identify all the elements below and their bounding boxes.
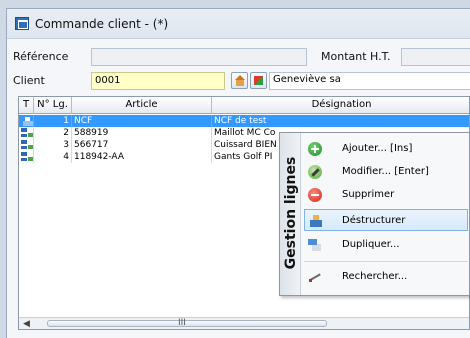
header-form: Référence Montant H.T. Client 0001 Genev… <box>7 39 470 99</box>
scroll-left-icon[interactable]: ◀ <box>23 319 30 329</box>
grid-header: T N° Lg. Article Désignation <box>19 97 469 114</box>
document-icon <box>21 128 33 138</box>
context-menu-band: Gestion lignes <box>280 133 301 295</box>
client-card-icon[interactable] <box>250 72 267 89</box>
home-icon[interactable] <box>231 72 248 89</box>
horizontal-scrollbar[interactable]: ◀ III <box>19 317 469 329</box>
menu-item-edit[interactable]: Modifier... [Enter] <box>304 161 468 183</box>
document-icon <box>21 140 33 150</box>
context-menu-title: Gestion lignes <box>283 156 299 270</box>
add-icon <box>308 142 322 156</box>
client-label: Client <box>13 74 45 87</box>
duplicate-icon <box>308 238 322 252</box>
menu-item-add[interactable]: Ajouter... [Ins] <box>304 138 468 160</box>
menu-item-search[interactable]: Rechercher... <box>304 266 468 288</box>
montant-label: Montant H.T. <box>321 50 391 63</box>
app-icon <box>15 17 29 30</box>
reference-label: Référence <box>13 50 69 63</box>
context-menu: Gestion lignes Ajouter... [Ins] Modifier… <box>279 132 470 296</box>
client-name-field[interactable]: Geneviève sa <box>269 72 470 90</box>
scrollbar-grip: III <box>178 318 186 328</box>
menu-item-delete[interactable]: Supprimer <box>304 184 468 206</box>
column-header-article[interactable]: Article <box>72 97 212 114</box>
search-icon <box>308 270 322 284</box>
scrollbar-thumb[interactable]: III <box>47 318 327 328</box>
column-header-designation[interactable]: Désignation <box>212 97 470 114</box>
menu-item-restructure[interactable]: Déstructurer <box>304 209 468 231</box>
column-header-type[interactable]: T <box>19 97 34 114</box>
table-row[interactable]: 1 NCF NCF de test <box>19 115 469 127</box>
column-header-line-number[interactable]: N° Lg. <box>34 97 72 114</box>
menu-item-duplicate[interactable]: Dupliquer... <box>304 234 468 256</box>
restructure-icon <box>309 214 323 228</box>
montant-field[interactable] <box>401 48 470 66</box>
client-code-field[interactable]: 0001 <box>91 72 225 90</box>
edit-icon <box>308 165 322 179</box>
document-icon <box>21 152 33 162</box>
person-icon <box>21 116 33 126</box>
menu-separator <box>304 261 468 262</box>
title-bar: Commande client - (*) <box>7 9 470 39</box>
delete-icon <box>308 188 322 202</box>
reference-field[interactable] <box>91 48 307 66</box>
window-title: Commande client - (*) <box>35 17 169 31</box>
